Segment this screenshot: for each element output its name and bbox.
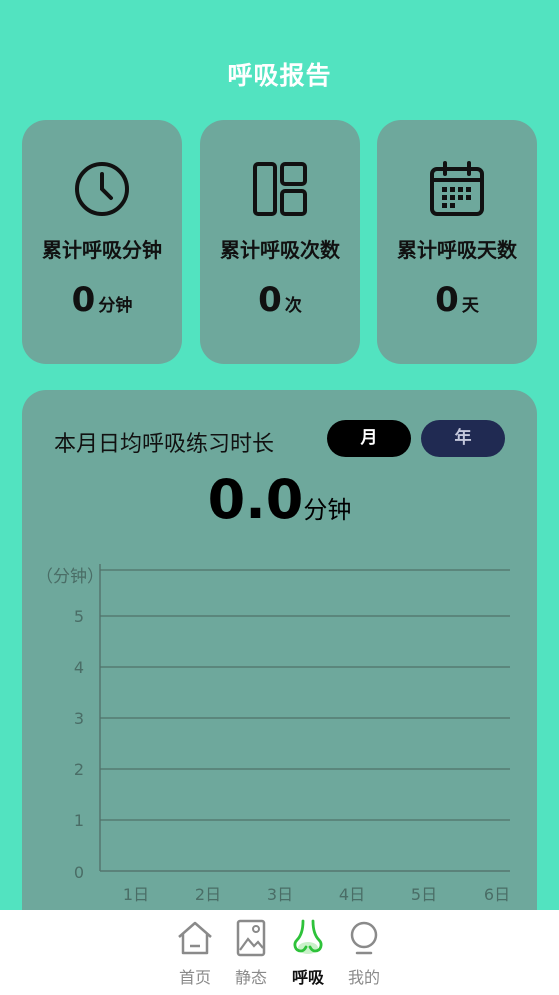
clock-icon: [75, 162, 129, 216]
stat-label: 累计呼吸分钟: [42, 238, 162, 262]
stat-unit: 分钟: [98, 296, 133, 316]
chart-card: 本月日均呼吸练习时长 月 年 0.0分钟 （分钟） 0 1 2 3 4 5 1日 2日 3日 4日 5…: [22, 390, 537, 950]
x-tick-label: 5日: [411, 885, 437, 904]
stat-value-row: 0天: [377, 280, 537, 320]
y-axis-label: （分钟）: [36, 567, 104, 587]
stat-value: 0: [435, 280, 459, 320]
picture-icon: [236, 919, 266, 957]
bulb-icon: [350, 921, 378, 955]
y-tick-label: 0: [74, 863, 84, 882]
y-tick-label: 5: [74, 607, 84, 626]
x-tick-label: 2日: [195, 885, 221, 904]
stat-label: 累计呼吸天数: [397, 238, 517, 262]
stat-value-row: 0 分钟: [22, 280, 182, 320]
x-tick-label: 3日: [267, 885, 293, 904]
stat-value-row: 0次: [200, 280, 360, 320]
y-tick-label: 2: [74, 760, 84, 779]
y-tick-label: 3: [74, 709, 84, 728]
x-tick-label: 1日: [123, 885, 149, 904]
layout-icon: [253, 162, 307, 216]
page-title: 呼吸报告: [227, 61, 332, 90]
stat-value: 0: [258, 280, 282, 320]
nose-icon: [293, 919, 323, 954]
stat-value: 0: [71, 280, 96, 320]
stat-unit: 天: [461, 296, 479, 316]
stat-unit: 次: [284, 296, 302, 316]
nav-item-home[interactable]: 首页: [170, 918, 220, 988]
nav-label: 呼吸: [291, 968, 324, 987]
nav-label: 我的: [347, 968, 380, 987]
line-chart: （分钟） 0 1 2 3 4 5 1日 2日 3日 4日 5日 6日: [36, 564, 510, 904]
x-tick-label: 4日: [339, 885, 365, 904]
nav-item-mine[interactable]: 我的: [339, 918, 389, 988]
stat-card-count: 累计呼吸次数 0次: [200, 120, 360, 364]
nav-label: 首页: [178, 968, 211, 987]
bottom-nav: 首页 静态 呼吸 我的: [0, 910, 559, 995]
x-tick-label: 6日: [484, 885, 510, 904]
nav-item-static[interactable]: 静态: [226, 918, 276, 988]
y-tick-label: 1: [74, 811, 84, 830]
stat-label: 累计呼吸次数: [220, 238, 340, 262]
stat-card-days: 累计呼吸天数 0天: [377, 120, 537, 364]
nav-item-breath[interactable]: 呼吸: [283, 918, 333, 988]
stat-card-minutes: 累计呼吸分钟 0 分钟: [22, 120, 182, 364]
home-icon: [178, 921, 212, 955]
y-tick-label: 4: [74, 658, 84, 677]
nav-label: 静态: [234, 968, 267, 987]
calendar-icon: [430, 161, 484, 216]
